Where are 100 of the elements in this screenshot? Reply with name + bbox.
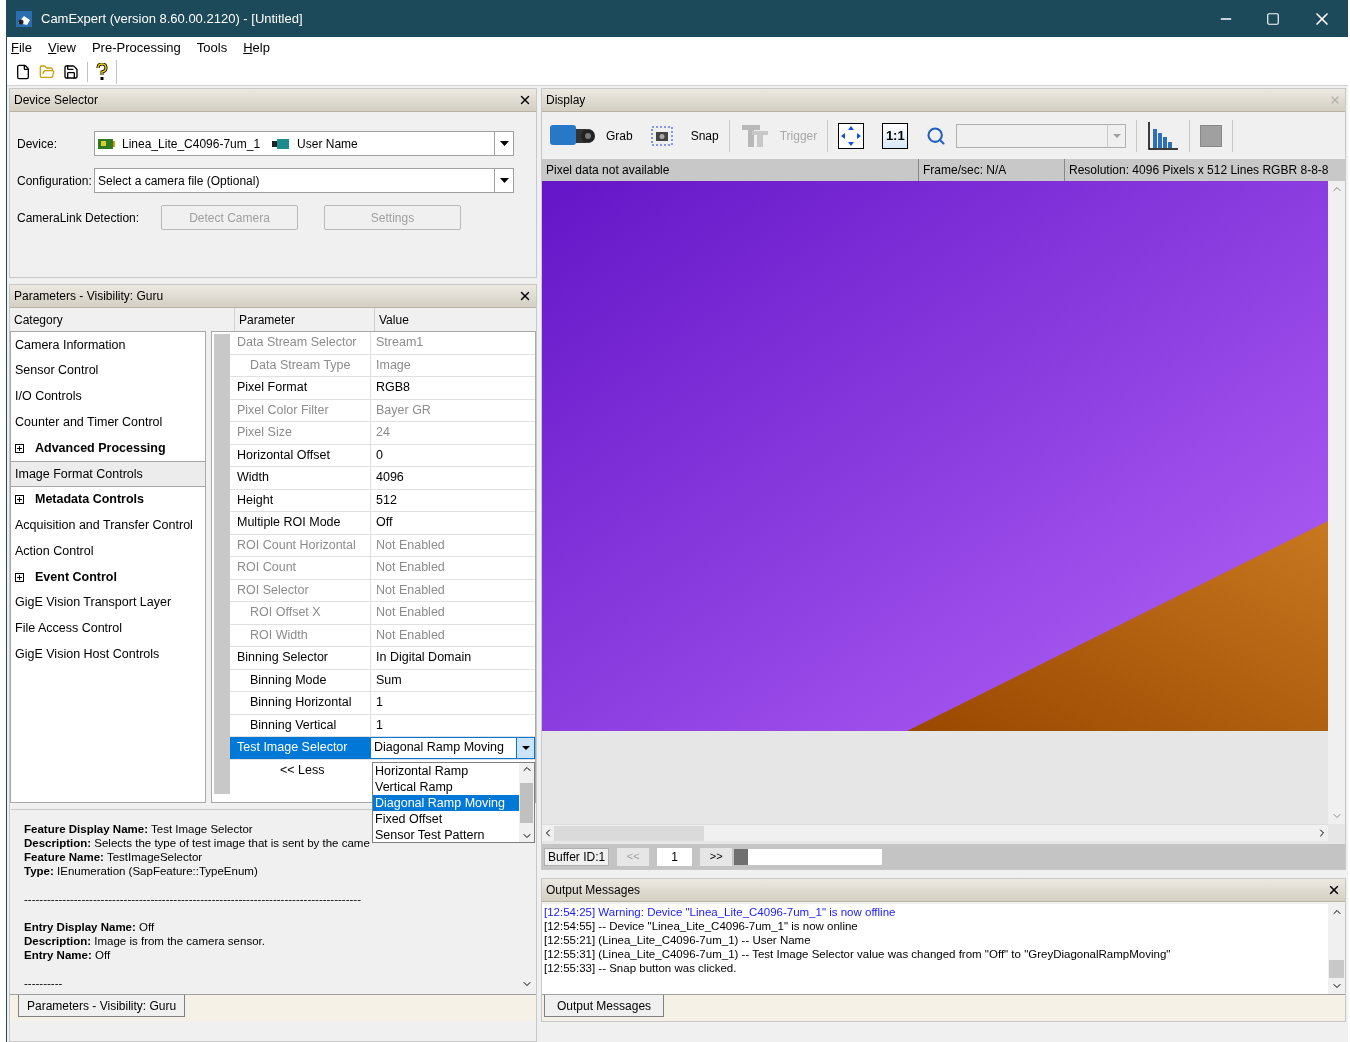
window-title: CamExpert (version 8.60.00.2120) - [Untitled]: [41, 9, 303, 28]
parameter-name[interactable]: Binning Mode: [230, 669, 370, 691]
parameter-name[interactable]: Binning Horizontal: [230, 692, 370, 714]
dropdown-arrow-icon: [499, 141, 509, 146]
expand-icon[interactable]: [15, 572, 24, 582]
parameter-name[interactable]: Pixel Format: [230, 377, 370, 399]
open-folder-icon[interactable]: [39, 63, 55, 80]
parameter-name[interactable]: Multiple ROI Mode: [230, 512, 370, 534]
less-link[interactable]: << Less: [280, 761, 325, 781]
help-icon[interactable]: [96, 62, 108, 81]
parameter-value: Not Enabled: [370, 579, 535, 601]
scrollbar-thumb[interactable]: [1329, 960, 1344, 978]
category-item[interactable]: Counter and Timer Control: [11, 409, 205, 436]
maximize-icon[interactable]: [1266, 11, 1280, 26]
category-item[interactable]: Metadata Controls: [11, 486, 205, 513]
category-item[interactable]: GigE Vision Transport Layer: [11, 589, 205, 616]
description-line: ----------: [24, 976, 63, 990]
camera-app-icon: [15, 9, 33, 28]
description-line: Entry Name: Off: [24, 948, 111, 962]
histogram-icon[interactable]: [1147, 120, 1180, 151]
category-item[interactable]: Acquisition and Transfer Control: [11, 512, 205, 539]
parameter-name[interactable]: Height: [230, 489, 370, 511]
description-line: Feature Name: TestImageSelector: [24, 850, 203, 864]
close-icon[interactable]: [1327, 883, 1341, 897]
dropdown-arrow-icon: [521, 745, 530, 750]
buffer-number-field[interactable]: 1: [657, 847, 693, 866]
dropdown-option[interactable]: Vertical Ramp: [373, 779, 519, 795]
category-item[interactable]: Advanced Processing: [11, 435, 205, 461]
category-item[interactable]: Event Control: [11, 564, 205, 590]
log-message: [12:54:55] -- Device "Linea_Lite_C4096-7um_1" is now online: [544, 919, 859, 933]
menu-item[interactable]: Tools: [196, 37, 228, 58]
dropdown-option[interactable]: Sensor Test Pattern: [373, 827, 519, 843]
buffer-id-label: Buffer ID:1: [544, 847, 610, 866]
fit-to-window-icon[interactable]: [838, 122, 865, 149]
parameter-value: Image: [370, 354, 535, 376]
category-item[interactable]: File Access Control: [11, 615, 205, 642]
panel-title: Output Messages: [546, 882, 641, 899]
dropdown-option[interactable]: Diagonal Ramp Moving: [373, 795, 519, 811]
dropdown-option[interactable]: Horizontal Ramp: [373, 763, 519, 779]
vertical-scrollbar[interactable]: [1328, 904, 1345, 994]
parameter-value: 512: [370, 489, 535, 511]
description-line: Description: Selects the type of test image that is sent by the came: [24, 836, 370, 850]
log-message: [12:55:33] -- Snap button was clicked.: [544, 961, 738, 975]
grab-button[interactable]: Grab: [606, 126, 633, 145]
parameter-value: Not Enabled: [370, 534, 535, 556]
panel-tab[interactable]: Parameters - Visibility: Guru: [18, 995, 186, 1017]
parameter-name[interactable]: Width: [230, 467, 370, 489]
field-label: Device:: [17, 135, 58, 153]
frame-grabber-icon: [98, 137, 115, 150]
horizontal-scrollbar[interactable]: [542, 824, 1328, 841]
panel-tab[interactable]: Output Messages: [544, 995, 665, 1017]
status-field: Pixel data not available: [542, 159, 918, 181]
menu-item[interactable]: File: [11, 37, 32, 58]
device-dropdown[interactable]: Linea_Lite_C4096-7um_1 User Name: [94, 131, 514, 156]
description-line: Type: IEnumeration (SapFeature::TypeEnum): [24, 864, 258, 878]
close-icon[interactable]: [518, 289, 532, 303]
category-item[interactable]: Camera Information: [11, 332, 205, 358]
buffer-slider[interactable]: [734, 848, 883, 865]
expand-icon[interactable]: [15, 495, 24, 505]
save-icon[interactable]: [63, 63, 79, 80]
expand-icon[interactable]: [15, 443, 24, 453]
parameter-name[interactable]: Binning Selector: [230, 647, 370, 669]
parameter-value: Not Enabled: [370, 557, 535, 579]
snapshot-icon[interactable]: [650, 125, 673, 146]
field-label: Configuration:: [17, 172, 93, 190]
parameter-name[interactable]: Horizontal Offset: [230, 444, 370, 466]
description-line: ----------------------------------------------------------------------------------------: [24, 892, 361, 906]
menu-item[interactable]: Help: [243, 37, 270, 58]
column-header: Category: [13, 311, 64, 329]
zoom-icon[interactable]: [926, 125, 947, 146]
parameter-value: RGB8: [370, 377, 535, 399]
category-item[interactable]: GigE Vision Host Controls: [11, 641, 205, 668]
menu-item[interactable]: View: [47, 37, 76, 58]
category-item[interactable]: I/O Controls: [11, 383, 205, 410]
category-item[interactable]: Image Format Controls: [11, 461, 205, 487]
description-line: Feature Display Name: Test Image Selector: [24, 822, 253, 836]
parameter-value: Not Enabled: [370, 624, 535, 646]
configuration-dropdown[interactable]: Select a camera file (Optional): [94, 168, 514, 193]
close-icon[interactable]: [518, 93, 532, 107]
parameter-name[interactable]: Binning Vertical: [230, 714, 370, 736]
menu-item[interactable]: Pre-Processing: [91, 37, 181, 58]
slider-thumb[interactable]: [734, 848, 749, 865]
stop-button[interactable]: [1200, 124, 1223, 147]
category-item[interactable]: Action Control: [11, 538, 205, 565]
scrollbar[interactable]: [519, 763, 534, 842]
snap-button[interactable]: Snap: [690, 126, 719, 145]
parameter-name[interactable]: Test Image Selector: [230, 737, 370, 759]
category-item[interactable]: Sensor Control: [11, 357, 205, 384]
field-label: CameraLink Detection:: [17, 209, 141, 227]
new-file-icon[interactable]: [15, 63, 31, 80]
panel-title: Display: [546, 92, 586, 109]
parameter-value: Stream1: [370, 332, 535, 354]
value-dropdown[interactable]: Diagonal Ramp Moving: [370, 737, 535, 759]
actual-size-button[interactable]: 1:1: [882, 122, 909, 149]
log-message: [12:55:21] (Linea_Lite_C4096-7um_1) -- User Name: [544, 933, 812, 947]
dropdown-option[interactable]: Fixed Offset: [373, 811, 519, 827]
parameter-value: 1: [370, 692, 535, 714]
parameter-value: Off: [370, 512, 535, 534]
next-buffer-button[interactable]: >>: [700, 847, 733, 866]
scrollbar-thumb[interactable]: [520, 782, 533, 823]
